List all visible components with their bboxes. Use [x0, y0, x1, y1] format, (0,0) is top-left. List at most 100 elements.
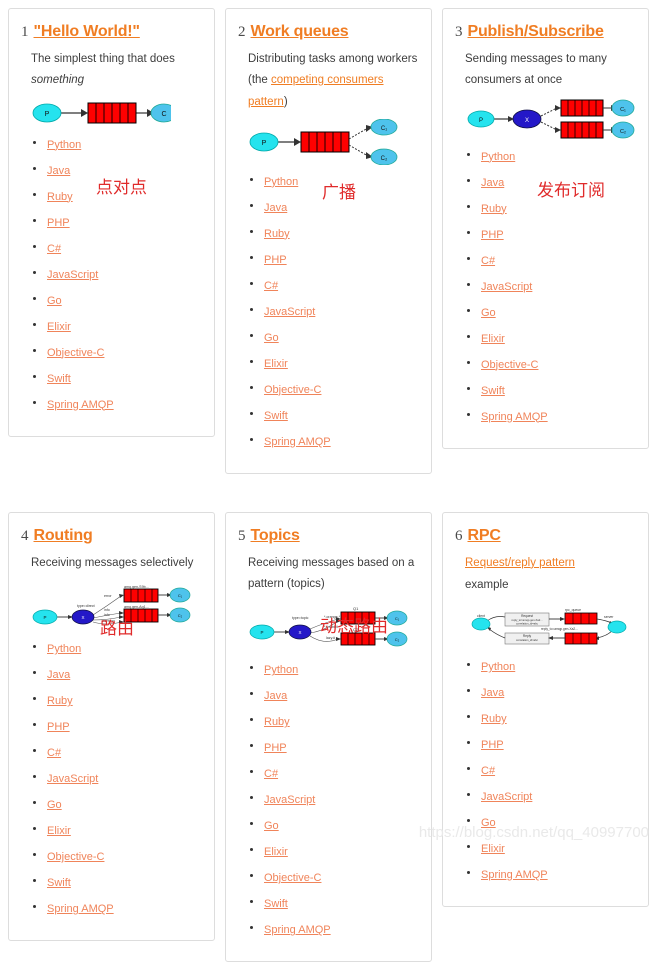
list-item: Python	[248, 173, 419, 189]
routing-diagram: type=direct error info info warning amq.…	[31, 580, 202, 632]
list-item: Swift	[248, 895, 419, 911]
language-link[interactable]: PHP	[481, 229, 504, 241]
list-item: JavaScript	[31, 770, 202, 786]
card-title-link[interactable]: Routing	[34, 527, 93, 545]
watermark: https://blog.csdn.net/qq_40997700	[418, 824, 649, 841]
language-link[interactable]: Swift	[264, 410, 288, 422]
list-item: C#	[248, 277, 419, 293]
language-link[interactable]: Go	[481, 307, 496, 319]
list-item: PHP	[465, 736, 636, 752]
language-link[interactable]: JavaScript	[264, 306, 315, 318]
svg-text:Q2: Q2	[353, 627, 359, 632]
list-item: Spring AMQP	[465, 866, 636, 882]
svg-text:correlation_id=abc: correlation_id=abc	[516, 621, 539, 625]
language-link[interactable]: Python	[47, 643, 81, 655]
tutorial-grid: 1 "Hello World!" The simplest thing that…	[0, 0, 657, 962]
language-link[interactable]: Objective-C	[47, 851, 104, 863]
svg-text:Q1: Q1	[353, 606, 359, 611]
language-link[interactable]: Ruby	[481, 203, 507, 215]
tutorial-card-publish-subscribe[interactable]: 3 Publish/Subscribe Sending messages to …	[442, 8, 649, 449]
language-link[interactable]: JavaScript	[47, 773, 98, 785]
language-link[interactable]: Go	[264, 820, 279, 832]
language-link[interactable]: Python	[264, 176, 298, 188]
language-link[interactable]: Elixir	[47, 825, 71, 837]
language-link[interactable]: JavaScript	[47, 269, 98, 281]
language-link[interactable]: Swift	[47, 877, 71, 889]
tutorial-card-routing[interactable]: 4 Routing Receiving messages selectively…	[8, 511, 215, 942]
tutorial-card-work-queues[interactable]: 2 Work queues Distributing tasks among w…	[225, 8, 432, 474]
language-link[interactable]: Spring AMQP	[47, 399, 114, 411]
language-link[interactable]: Swift	[264, 898, 288, 910]
language-link[interactable]: Elixir	[47, 321, 71, 333]
language-link[interactable]: Spring AMQP	[264, 436, 331, 448]
card-title-link[interactable]: "Hello World!"	[34, 23, 140, 41]
svg-text:C: C	[161, 111, 166, 118]
card-body: Sending messages to many consumers at on…	[455, 49, 636, 424]
language-link[interactable]: Spring AMQP	[47, 903, 114, 915]
language-link[interactable]: Java	[47, 165, 70, 177]
list-item: Go	[465, 304, 636, 320]
list-item: Java	[248, 687, 419, 703]
language-link[interactable]: Ruby	[481, 713, 507, 725]
language-link[interactable]: Swift	[481, 385, 505, 397]
language-link[interactable]: Objective-C	[47, 347, 104, 359]
request-reply-pattern-link[interactable]: Request/reply pattern	[465, 557, 575, 569]
language-link[interactable]: Objective-C	[481, 359, 538, 371]
language-link[interactable]: C#	[264, 280, 278, 292]
language-list: Python Java Ruby PHP C# JavaScript Go El…	[465, 658, 636, 882]
list-item: PHP	[465, 226, 636, 242]
language-link[interactable]: C#	[481, 255, 495, 267]
list-item: Java	[248, 199, 419, 215]
language-link[interactable]: Spring AMQP	[481, 411, 548, 423]
language-link[interactable]: Java	[47, 669, 70, 681]
list-item: C#	[465, 762, 636, 778]
language-link[interactable]: Python	[47, 139, 81, 151]
card-title-link[interactable]: Publish/Subscribe	[468, 23, 604, 41]
language-link[interactable]: Go	[264, 332, 279, 344]
card-title-link[interactable]: Work queues	[251, 23, 349, 41]
language-link[interactable]: C#	[47, 747, 61, 759]
card-header: 1 "Hello World!"	[21, 23, 202, 41]
language-link[interactable]: Ruby	[47, 191, 73, 203]
language-link[interactable]: Java	[481, 177, 504, 189]
language-link[interactable]: Python	[264, 664, 298, 676]
language-link[interactable]: Spring AMQP	[264, 924, 331, 936]
language-link[interactable]: Ruby	[264, 228, 290, 240]
list-item: PHP	[31, 214, 202, 230]
language-link[interactable]: C#	[264, 768, 278, 780]
language-link[interactable]: PHP	[47, 217, 70, 229]
language-link[interactable]: C#	[481, 765, 495, 777]
language-link[interactable]: Ruby	[47, 695, 73, 707]
tutorial-card-hello-world[interactable]: 1 "Hello World!" The simplest thing that…	[8, 8, 215, 437]
card-title-link[interactable]: Topics	[251, 527, 300, 545]
svg-text:C₂: C₂	[381, 156, 388, 162]
language-link[interactable]: JavaScript	[481, 281, 532, 293]
language-link[interactable]: Swift	[47, 373, 71, 385]
language-link[interactable]: Python	[481, 661, 515, 673]
language-link[interactable]: Objective-C	[264, 384, 321, 396]
language-link[interactable]: PHP	[264, 254, 287, 266]
language-link[interactable]: C#	[47, 243, 61, 255]
language-link[interactable]: Ruby	[264, 716, 290, 728]
language-link[interactable]: PHP	[47, 721, 70, 733]
language-link[interactable]: Java	[264, 690, 287, 702]
language-link[interactable]: JavaScript	[264, 794, 315, 806]
language-link[interactable]: Elixir	[264, 358, 288, 370]
language-link[interactable]: Python	[481, 151, 515, 163]
tutorial-card-rpc[interactable]: 6 RPC Request/reply pattern example clie…	[442, 511, 649, 907]
language-link[interactable]: JavaScript	[481, 791, 532, 803]
language-link[interactable]: Go	[47, 295, 62, 307]
language-link[interactable]: PHP	[481, 739, 504, 751]
svg-text:type=topic: type=topic	[292, 616, 309, 620]
language-link[interactable]: Go	[47, 799, 62, 811]
card-description: Receiving messages selectively	[31, 556, 194, 569]
tutorial-card-topics[interactable]: 5 Topics Receiving messages based on a p…	[225, 511, 432, 962]
language-link[interactable]: Java	[264, 202, 287, 214]
card-title-link[interactable]: RPC	[468, 527, 501, 545]
language-link[interactable]: Spring AMQP	[481, 869, 548, 881]
language-link[interactable]: PHP	[264, 742, 287, 754]
language-link[interactable]: Elixir	[481, 333, 505, 345]
language-link[interactable]: Elixir	[264, 846, 288, 858]
language-link[interactable]: Java	[481, 687, 504, 699]
language-link[interactable]: Objective-C	[264, 872, 321, 884]
